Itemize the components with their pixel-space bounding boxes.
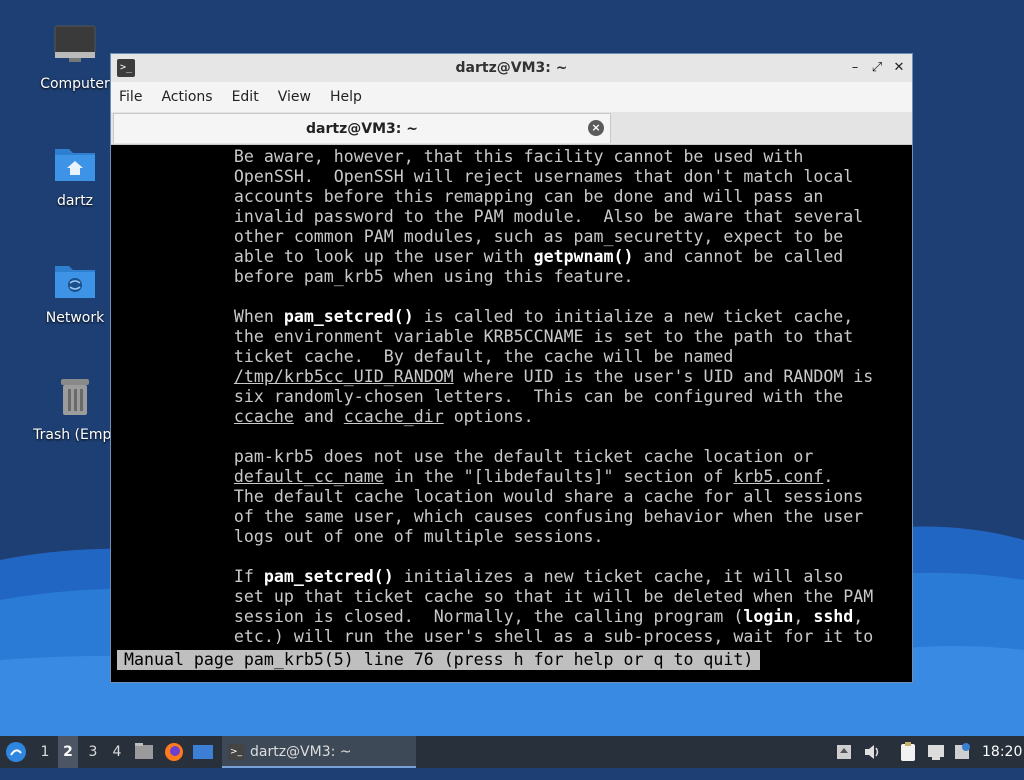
- tab-terminal[interactable]: dartz@VM3: ~ ×: [113, 113, 611, 143]
- terminal-line: the environment variable KRB5CCNAME is s…: [114, 327, 854, 346]
- taskbar-window-label: dartz@VM3: ~: [250, 744, 352, 760]
- terminal-line: ticket cache. By default, the cache will…: [114, 347, 734, 366]
- window-titlebar[interactable]: >_ dartz@VM3: ~ – ⤢ ✕: [111, 54, 912, 82]
- tray-upload-icon[interactable]: [835, 736, 855, 768]
- file-manager-icon: [135, 743, 153, 759]
- menu-help[interactable]: Help: [330, 89, 362, 105]
- terminal-line: default_cc_name in the "[libdefaults]" s…: [233, 467, 834, 486]
- update-notifier-icon[interactable]: [952, 736, 974, 768]
- trash-icon: [51, 373, 99, 421]
- terminal-line: accounts before this remapping can be do…: [114, 187, 824, 206]
- workspace-4[interactable]: 4: [108, 736, 126, 768]
- tab-label: dartz@VM3: ~: [306, 120, 418, 137]
- terminal-line: If pam_setcred() initializes a new ticke…: [114, 567, 844, 586]
- terminal-line: six randomly-chosen letters. This can be…: [114, 387, 844, 406]
- terminal-line: Be aware, however, that this facility ca…: [114, 147, 804, 166]
- start-menu-button[interactable]: [4, 736, 30, 768]
- close-window-button[interactable]: ✕: [892, 58, 906, 78]
- terminal-line: logs out of one of multiple sessions.: [114, 527, 604, 546]
- terminal-line: of the same user, which causes confusing…: [114, 507, 864, 526]
- terminal-line: set up that ticket cache so that it will…: [114, 587, 874, 606]
- terminal-line: invalid password to the PAM module. Also…: [114, 207, 864, 226]
- show-desktop-button[interactable]: [192, 736, 216, 768]
- minimize-button[interactable]: –: [848, 58, 862, 78]
- firefox-launcher[interactable]: [163, 736, 185, 768]
- menu-file[interactable]: File: [119, 89, 142, 105]
- terminal-app-icon: >_: [117, 59, 135, 77]
- terminal-line: other common PAM modules, such as pam_se…: [114, 227, 844, 246]
- workspace-3[interactable]: 3: [84, 736, 102, 768]
- workspace-2[interactable]: 2: [58, 736, 78, 768]
- terminal-line: The default cache location would share a…: [114, 487, 864, 506]
- tab-bar: dartz@VM3: ~ ×: [111, 112, 912, 145]
- file-manager-launcher[interactable]: [134, 736, 156, 768]
- terminal-line: etc.) will run the user's shell as a sub…: [114, 627, 874, 646]
- menu-bar: File Actions Edit View Help: [111, 82, 912, 112]
- network-tray-icon[interactable]: [926, 736, 948, 768]
- computer-icon: [51, 22, 99, 70]
- menu-view[interactable]: View: [278, 89, 311, 105]
- clipboard-icon[interactable]: [898, 736, 920, 768]
- volume-icon[interactable]: [862, 736, 884, 768]
- terminal-line: OpenSSH. OpenSSH will reject usernames t…: [114, 167, 854, 186]
- tab-close-icon[interactable]: ×: [588, 120, 604, 136]
- clock[interactable]: 18:20: [982, 736, 1022, 768]
- firefox-icon: [165, 743, 183, 761]
- terminal-window[interactable]: >_ dartz@VM3: ~ – ⤢ ✕ File Actions Edit …: [110, 53, 913, 683]
- home-folder-icon: [51, 139, 99, 187]
- terminal-task-icon: >_: [228, 744, 244, 760]
- pager-status-line: Manual page pam_krb5(5) line 76 (press h…: [117, 650, 761, 670]
- terminal-line: able to look up the user with getpwnam()…: [114, 247, 844, 266]
- terminal-line: When pam_setcred() is called to initiali…: [114, 307, 854, 326]
- terminal-line: before pam_krb5 when using this feature.: [114, 267, 634, 286]
- terminal-line: /tmp/krb5cc_UID_RANDOM where UID is the …: [233, 367, 874, 386]
- window-title: dartz@VM3: ~: [455, 60, 568, 76]
- taskbar: 1 2 3 4 >_ dartz@VM3: ~ 18:20: [0, 736, 1024, 768]
- terminal-line: ccache and ccache_dir options.: [233, 407, 534, 426]
- network-folder-icon: [51, 256, 99, 304]
- menu-actions[interactable]: Actions: [161, 89, 212, 105]
- maximize-button[interactable]: ⤢: [870, 58, 884, 78]
- terminal-line: pam-krb5 does not use the default ticket…: [114, 447, 814, 466]
- menu-edit[interactable]: Edit: [232, 89, 259, 105]
- terminal-line: session is closed. Normally, the calling…: [114, 607, 864, 626]
- taskbar-window-button[interactable]: >_ dartz@VM3: ~: [222, 736, 416, 768]
- lubuntu-logo-icon: [6, 742, 26, 762]
- desktop-icon: [193, 745, 213, 759]
- terminal-content[interactable]: Be aware, however, that this facility ca…: [114, 147, 909, 681]
- workspace-1[interactable]: 1: [36, 736, 54, 768]
